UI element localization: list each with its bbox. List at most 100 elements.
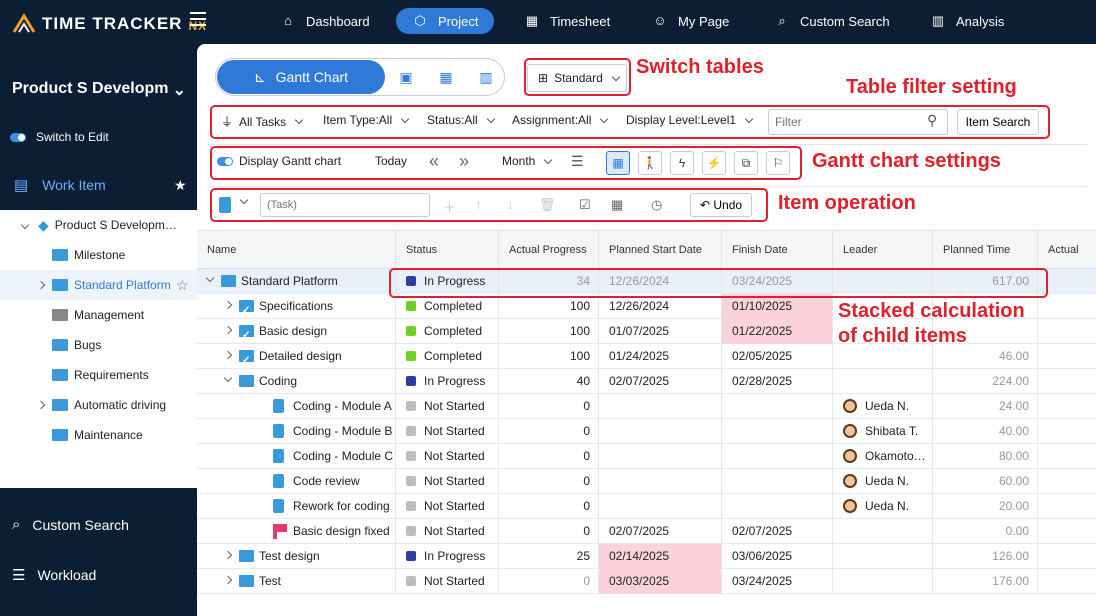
row-name[interactable]: Detailed design <box>259 344 342 369</box>
leader-cell[interactable]: Ueda N. <box>833 469 933 494</box>
star-icon[interactable]: ☆ <box>176 277 189 294</box>
gantt-chart-button[interactable]: ⊾ Gantt Chart <box>217 60 385 94</box>
nav-timesheet[interactable]: ▦ Timesheet <box>524 8 610 34</box>
name-cell[interactable]: Coding - Module A <box>197 394 396 419</box>
leader-cell[interactable]: Shibata T. <box>833 419 933 444</box>
col-header-finish-date[interactable]: Finish Date <box>722 231 833 269</box>
actual-time-cell[interactable] <box>1038 394 1096 419</box>
table-row[interactable]: Test design In Progress 25 02/14/2025 03… <box>197 544 1096 569</box>
status-cell[interactable]: Completed <box>396 344 499 369</box>
expand-icon[interactable] <box>36 280 46 290</box>
finish-date-cell[interactable]: 03/06/2025 <box>722 544 833 569</box>
planned-time-cell[interactable]: 224.00 <box>933 369 1038 394</box>
planned-time-cell[interactable]: 0.00 <box>933 519 1038 544</box>
name-cell[interactable]: Test design <box>197 544 396 569</box>
status-cell[interactable]: Not Started <box>396 419 499 444</box>
sidebar-item-work-item[interactable]: ▤ Work Item ★ <box>0 170 197 200</box>
actual-time-cell[interactable] <box>1038 294 1096 319</box>
switch-to-edit-toggle[interactable]: Switch to Edit <box>10 130 109 144</box>
table-row[interactable]: Test Not Started 0 03/03/2025 03/24/2025… <box>197 569 1096 594</box>
col-header-planned-time[interactable]: Planned Time <box>933 231 1038 269</box>
actual-time-cell[interactable] <box>1038 544 1096 569</box>
row-name[interactable]: Coding - Module B <box>293 419 392 444</box>
start-date-cell[interactable] <box>599 444 722 469</box>
collapse-icon[interactable] <box>20 220 30 230</box>
table-row[interactable]: Coding - Module B Not Started 0 Shibata … <box>197 419 1096 444</box>
start-date-cell[interactable]: 01/24/2025 <box>599 344 722 369</box>
row-name[interactable]: Test <box>259 569 281 594</box>
row-name[interactable]: Coding - Module C <box>293 444 393 469</box>
planned-time-cell[interactable]: 80.00 <box>933 444 1038 469</box>
start-date-cell[interactable]: 02/07/2025 <box>599 519 722 544</box>
tree-item-standard-platform[interactable]: Standard Platform ☆ <box>0 270 197 300</box>
progress-cell[interactable]: 100 <box>499 319 599 344</box>
row-name[interactable]: Basic design <box>259 319 327 344</box>
status-cell[interactable]: Not Started <box>396 494 499 519</box>
tree-item-maintenance[interactable]: Maintenance <box>0 420 197 450</box>
collapse-icon[interactable] <box>223 373 233 383</box>
table-row[interactable]: Coding - Module C Not Started 0 Okamoto…… <box>197 444 1096 469</box>
tree-item-requirements[interactable]: Requirements <box>0 360 197 390</box>
actual-time-cell[interactable] <box>1038 494 1096 519</box>
expand-icon[interactable] <box>36 400 46 410</box>
status-cell[interactable]: Not Started <box>396 519 499 544</box>
actual-time-cell[interactable] <box>1038 444 1096 469</box>
status-cell[interactable]: Completed <box>396 319 499 344</box>
planned-time-cell[interactable]: 24.00 <box>933 394 1038 419</box>
planned-time-cell[interactable]: 60.00 <box>933 469 1038 494</box>
actual-time-cell[interactable] <box>1038 419 1096 444</box>
start-date-cell[interactable]: 01/07/2025 <box>599 319 722 344</box>
planned-time-cell[interactable]: 126.00 <box>933 544 1038 569</box>
leader-cell[interactable]: Ueda N. <box>833 394 933 419</box>
nav-custom-search[interactable]: ⌕ Custom Search <box>774 8 889 34</box>
planned-time-cell[interactable]: 176.00 <box>933 569 1038 594</box>
progress-cell[interactable]: 0 <box>499 419 599 444</box>
sidebar-item-workload[interactable]: ☰ Workload <box>12 566 96 584</box>
leader-cell[interactable]: Ueda N. <box>833 494 933 519</box>
finish-date-cell[interactable]: 02/28/2025 <box>722 369 833 394</box>
calendar-view-icon[interactable]: ▦ <box>438 69 454 85</box>
progress-cell[interactable]: 0 <box>499 394 599 419</box>
finish-date-cell[interactable] <box>722 419 833 444</box>
row-name[interactable]: Standard Platform <box>241 269 338 294</box>
status-cell[interactable]: In Progress <box>396 544 499 569</box>
col-header-actual-time[interactable]: Actual Time <box>1038 231 1096 294</box>
start-date-cell[interactable]: 03/03/2025 <box>599 569 722 594</box>
leader-cell[interactable] <box>833 519 933 544</box>
name-cell[interactable]: Code review <box>197 469 396 494</box>
table-row[interactable]: Rework for coding Not Started 0 Ueda N. … <box>197 494 1096 519</box>
progress-cell[interactable]: 0 <box>499 494 599 519</box>
finish-date-cell[interactable]: 02/05/2025 <box>722 344 833 369</box>
finish-date-cell[interactable]: 02/07/2025 <box>722 519 833 544</box>
status-cell[interactable]: Not Started <box>396 469 499 494</box>
name-cell[interactable]: Standard Platform <box>197 269 396 294</box>
progress-cell[interactable]: 0 <box>499 469 599 494</box>
nav-project[interactable]: ⬡ Project <box>396 8 495 34</box>
leader-cell[interactable] <box>833 544 933 569</box>
expand-icon[interactable] <box>223 550 233 560</box>
app-logo[interactable]: TIME TRACKER NX <box>12 12 207 36</box>
table-row[interactable]: Basic design fixed Not Started 0 02/07/2… <box>197 519 1096 544</box>
finish-date-cell[interactable] <box>722 494 833 519</box>
expand-icon[interactable] <box>223 300 233 310</box>
status-cell[interactable]: Not Started <box>396 394 499 419</box>
name-cell[interactable]: Basic design <box>197 319 396 344</box>
hamburger-menu-icon[interactable] <box>190 12 206 26</box>
name-cell[interactable]: Specifications <box>197 294 396 319</box>
start-date-cell[interactable] <box>599 419 722 444</box>
row-name[interactable]: Coding - Module A <box>293 394 392 419</box>
recycle-bin[interactable]: 🗑 Recycle Bin <box>34 458 126 476</box>
row-name[interactable]: Specifications <box>259 294 333 319</box>
row-name[interactable]: Test design <box>259 544 320 569</box>
col-header-planned-start[interactable]: Planned Start Date <box>599 231 722 269</box>
col-header-actual-progress[interactable]: Actual Progress <box>499 231 599 269</box>
col-header-leader[interactable]: Leader <box>833 231 933 269</box>
tree-item-bugs[interactable]: Bugs <box>0 330 197 360</box>
progress-cell[interactable]: 40 <box>499 369 599 394</box>
nav-dashboard[interactable]: ⌂ Dashboard <box>280 8 370 34</box>
tree-item-milestone[interactable]: Milestone <box>0 240 197 270</box>
table-row[interactable]: Coding - Module A Not Started 0 Ueda N. … <box>197 394 1096 419</box>
actual-time-cell[interactable] <box>1038 569 1096 594</box>
progress-cell[interactable]: 0 <box>499 569 599 594</box>
col-header-name[interactable]: Name <box>197 231 396 269</box>
